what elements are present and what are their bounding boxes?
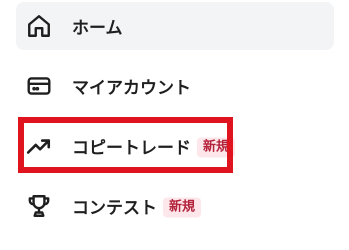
- new-badge: 新規: [163, 197, 202, 218]
- sidebar-item-label-wrap: コピートレード 新規: [72, 134, 236, 159]
- new-badge: 新規: [197, 137, 236, 158]
- sidebar-item-label: ホーム: [72, 18, 123, 39]
- sidebar-nav: ホーム マイアカウント コピートレード 新規 コンテスト 新規: [0, 0, 349, 250]
- sidebar-item-contest[interactable]: コンテスト 新規: [16, 182, 334, 230]
- home-icon: [24, 11, 54, 41]
- trending-up-icon: [24, 131, 54, 161]
- sidebar-item-my-account[interactable]: マイアカウント: [16, 62, 334, 110]
- sidebar-item-copy-trade[interactable]: コピートレード 新規: [16, 122, 334, 170]
- card-icon: [24, 71, 54, 101]
- sidebar-item-label: コンテスト: [72, 198, 157, 219]
- sidebar-item-label: コピートレード: [72, 138, 191, 159]
- sidebar-item-label-wrap: コンテスト 新規: [72, 194, 202, 219]
- trophy-icon: [24, 191, 54, 221]
- sidebar-item-home[interactable]: ホーム: [16, 2, 334, 50]
- sidebar-item-label: マイアカウント: [72, 78, 191, 99]
